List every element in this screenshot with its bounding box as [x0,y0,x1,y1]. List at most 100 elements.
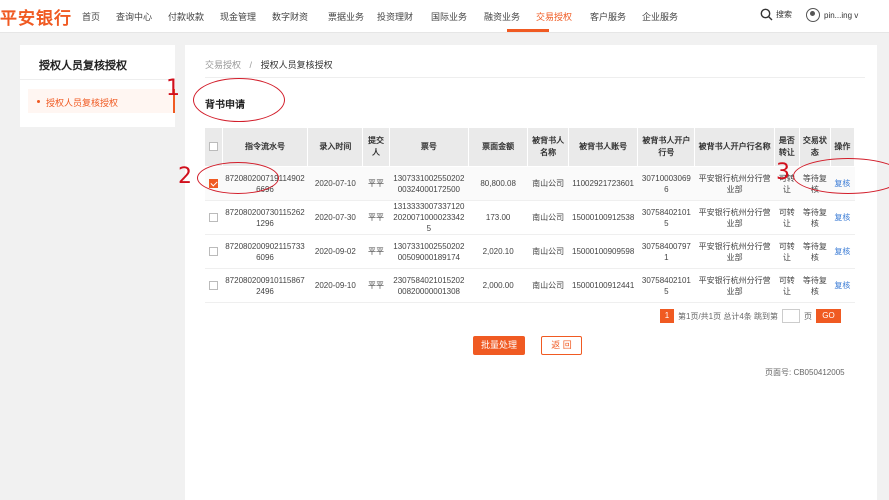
cell-submitter: 平平 [362,268,390,303]
cell-submitter: 平平 [362,166,390,201]
col-submitter: 提交人 [362,127,390,167]
search-icon [760,8,773,21]
action-cell: 复核 [830,234,855,269]
user-menu[interactable]: pin...ing v [806,8,858,22]
sidebar-item-review-auth[interactable]: 授权人员复核授权 [28,89,175,113]
col-bank-name: 被背书人开户行名称 [694,127,775,167]
cell-payee-name: 南山公司 [527,166,569,201]
user-name: pin...ing v [824,10,859,20]
annotation-number-3: 3 [776,160,790,185]
cell-bill-number: 130733100255020200324000172500 [389,166,469,201]
cell-submitter: 平平 [362,200,390,235]
search-button[interactable]: 搜索 [760,8,792,21]
select-all-checkbox[interactable] [208,142,218,152]
review-link[interactable]: 复核 [834,213,850,222]
action-cell: 复核 [830,200,855,235]
nav-item-home[interactable]: 首页 [82,10,100,23]
nav-item-finance[interactable]: 融资业务 [484,10,520,23]
nav-item-cash[interactable]: 现金管理 [220,10,256,23]
cell-amount: 2,000.00 [468,268,528,303]
nav-item-enterprise[interactable]: 企业服务 [642,10,678,23]
cell-payee-name: 南山公司 [527,200,569,235]
main-panel: 交易授权 / 授权人员复核授权 背书申请 指令流水号 录入时间 提交人 票号 票… [185,45,877,500]
cell-bill-number: 230758402101520200820000001308 [389,268,469,303]
review-link[interactable]: 复核 [834,281,850,290]
cell-submitter: 平平 [362,234,390,269]
table-row[interactable]: 8720802009101158672496 2020-09-10 平平 230758… [204,268,855,303]
nav-item-txn-auth[interactable]: 交易授权 [536,10,572,23]
table-row[interactable]: 8720802009021157336096 2020-09-02 平平 130733… [204,234,855,269]
cell-bank-name: 平安银行杭州分行营业部 [694,200,775,235]
nav-item-digital[interactable]: 数字财资 [272,10,308,23]
nav-item-payment[interactable]: 付款收款 [168,10,204,23]
nav-item-service[interactable]: 客户服务 [590,10,626,23]
row-select-cell[interactable] [204,200,223,235]
pagination: 1 第1页/共1页 总计4条 跳到第 页 GO [660,309,842,323]
nav-item-query[interactable]: 查询中心 [116,10,152,23]
breadcrumb-current: 授权人员复核授权 [260,60,333,70]
breadcrumb: 交易授权 / 授权人员复核授权 [205,58,333,71]
cell-transfer-flag: 可转让 [774,200,800,235]
row-checkbox[interactable] [208,213,218,223]
cell-amount: 80,800.08 [468,166,528,201]
pagination-summary: 第1页/共1页 总计4条 跳到第 [678,311,779,321]
row-select-cell[interactable] [204,268,223,303]
cell-serial-number[interactable]: 8720802007301152621296 [222,200,308,235]
cell-entry-time: 2020-09-10 [307,268,363,303]
action-cell: 复核 [830,268,855,303]
sidebar-item-label: 授权人员复核授权 [46,98,119,108]
cell-status: 等待复核 [799,268,831,303]
annotation-ellipse-section [193,78,285,122]
go-button[interactable]: GO [816,309,842,323]
page-jump-input[interactable] [782,309,801,323]
cell-payee-account: 15000100912538 [568,200,638,235]
cell-payee-account: 15000100909598 [568,234,638,269]
annotation-number-1: 1 [166,76,180,101]
nav-item-bills[interactable]: 票据业务 [328,10,364,23]
active-nav-underline [507,29,549,32]
cell-bill-number: 130733100255020200509000189174 [389,234,469,269]
page-code: 页面号: CB050412005 [765,368,845,377]
cell-status: 等待复核 [799,200,831,235]
cell-amount: 173.00 [468,200,528,235]
cell-bank-number: 307584021015 [637,268,695,303]
nav-item-intl[interactable]: 国际业务 [431,10,467,23]
sidebar-divider [20,79,175,80]
cell-bank-number: 307584007971 [637,234,695,269]
annotation-ellipse-serial [197,162,279,194]
cell-amount: 2,020.10 [468,234,528,269]
row-checkbox[interactable] [208,281,218,291]
cell-transfer-flag: 可转让 [774,234,800,269]
cell-payee-account: 11002921723601 [568,166,638,201]
col-payee: 被背书人名称 [527,127,570,167]
review-link[interactable]: 复核 [834,247,850,256]
cell-entry-time: 2020-07-30 [307,200,363,235]
cell-bank-number: 307584021015 [637,200,695,235]
nav-item-invest[interactable]: 投资理财 [377,10,413,23]
cell-entry-time: 2020-07-10 [307,166,363,201]
cell-bank-number: 307100030696 [637,166,695,201]
cell-entry-time: 2020-09-02 [307,234,363,269]
col-amount: 票面金额 [467,127,529,167]
annotation-number-2: 2 [178,164,192,189]
breadcrumb-parent[interactable]: 交易授权 [205,60,241,70]
cell-bank-name: 平安银行杭州分行营业部 [694,268,775,303]
row-checkbox[interactable] [208,247,218,257]
top-nav: 平安银行 首页 查询中心 付款收款 现金管理 数字财资 票据业务 投资理财 国际业务 融资业务 交… [0,0,889,33]
cell-transfer-flag: 可转让 [774,268,800,303]
left-sidebar: 授权人员复核授权 授权人员复核授权 [20,45,175,127]
cell-payee-name: 南山公司 [527,268,569,303]
cell-bank-name: 平安银行杭州分行营业部 [694,234,775,269]
cell-serial-number[interactable]: 8720802009021157336096 [222,234,308,269]
batch-process-button[interactable]: 批量处理 [473,336,525,355]
back-button[interactable]: 返 回 [541,336,582,355]
search-label: 搜索 [776,10,792,19]
table-row[interactable]: 8720802007301152621296 2020-07-30 平平 131333… [204,200,855,235]
cell-bank-name: 平安银行杭州分行营业部 [694,166,775,201]
page-number-button[interactable]: 1 [660,309,674,323]
select-all-cell[interactable] [204,127,223,167]
cell-serial-number[interactable]: 8720802009101158672496 [222,268,308,303]
row-select-cell[interactable] [204,234,223,269]
bank-logo[interactable]: 平安银行 [0,4,72,29]
table-row[interactable]: 8720802007191149026696 2020-07-10 平平 130733… [204,166,855,201]
